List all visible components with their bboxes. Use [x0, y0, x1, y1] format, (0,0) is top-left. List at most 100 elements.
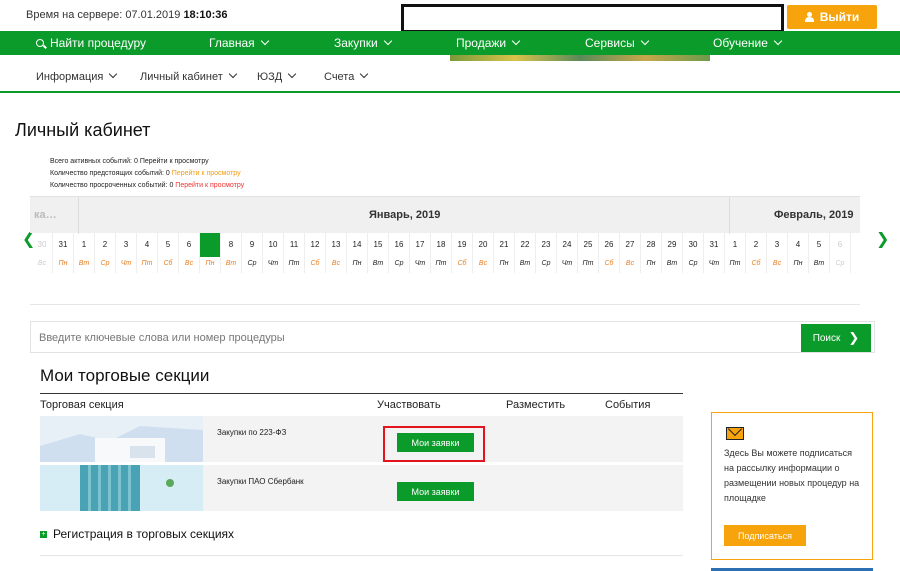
calendar-day[interactable]: 6 Вс [179, 233, 200, 273]
calendar-day-weekday: Вт [225, 260, 237, 267]
calendar-day[interactable]: 30 Вс [32, 233, 53, 273]
calendar-day-number: 15 [373, 240, 383, 249]
nav-item-label: Закупки [334, 36, 378, 50]
chevron-down-icon [773, 36, 783, 46]
calendar-day[interactable]: 21 Пн [494, 233, 515, 273]
calendar-day[interactable]: 5 Вт [809, 233, 830, 273]
calendar-day-number: 31 [58, 240, 68, 249]
calendar-day[interactable]: 27 Вс [620, 233, 641, 273]
calendar-day[interactable]: 31 Чт [704, 233, 725, 273]
calendar-day-weekday: Пт [141, 260, 153, 267]
calendar-day[interactable]: 26 Сб [599, 233, 620, 273]
calendar-day[interactable]: 19 Сб [452, 233, 473, 273]
calendar-day[interactable]: 22 Вт [515, 233, 536, 273]
nav-find-procedure-label: Найти процедуру [50, 36, 146, 50]
nav-item-services[interactable]: Сервисы [585, 36, 649, 50]
logout-button[interactable]: Выйти [787, 5, 877, 29]
calendar-day-weekday: Чт [561, 260, 573, 267]
subnav-item-label: Личный кабинет [140, 71, 223, 83]
calendar-day[interactable]: 25 Пт [578, 233, 599, 273]
calendar-day[interactable]: 6 Ср [830, 233, 851, 273]
calendar-day[interactable]: 14 Пн [347, 233, 368, 273]
calendar-day[interactable]: 16 Ср [389, 233, 410, 273]
calendar-day[interactable]: 30 Ср [683, 233, 704, 273]
procedure-search-input[interactable] [39, 328, 779, 348]
calendar-day-weekday: Ср [100, 260, 110, 267]
subscribe-button[interactable]: Подписаться [724, 525, 806, 546]
nav-item-sales[interactable]: Продажи [456, 36, 521, 50]
calendar-day-number: 2 [753, 240, 759, 249]
subnav-item-yuzd[interactable]: ЮЗД [257, 69, 297, 83]
calendar-day[interactable]: 13 Вс [326, 233, 347, 273]
chevron-down-icon [511, 36, 521, 46]
subscribe-box: Здесь Вы можете подписаться на рассылку … [711, 412, 873, 560]
calendar-day[interactable]: 31 Пн [53, 233, 74, 273]
calendar-day[interactable]: 2 Сб [746, 233, 767, 273]
calendar-month-prev: ка… [34, 209, 57, 221]
calendar-day[interactable]: 4 Пт [137, 233, 158, 273]
calendar-day-weekday: Ср [394, 260, 404, 267]
calendar-day[interactable]: 3 Вс [767, 233, 788, 273]
procedure-search: Поиск ❯ [30, 321, 875, 353]
nav-find-procedure[interactable]: Найти процедуру [36, 36, 146, 50]
calendar-day[interactable]: 18 Пт [431, 233, 452, 273]
calendar-day[interactable]: 23 Ср [536, 233, 557, 273]
col-header-place: Разместить [506, 399, 566, 411]
stat-view-link[interactable]: Перейти к просмотру [172, 170, 241, 177]
col-header-participate: Участвовать [377, 399, 441, 411]
calendar-day[interactable]: 20 Вс [473, 233, 494, 273]
calendar-next-icon[interactable]: ❯ [876, 229, 889, 248]
stat-view-link[interactable]: Перейти к просмотру [140, 158, 209, 165]
calendar-day-weekday: Пн [58, 260, 68, 267]
subnav-item-label: ЮЗД [257, 71, 283, 83]
calendar-divider [729, 197, 730, 234]
calendar-day-weekday: Чт [414, 260, 426, 267]
stat-view-link[interactable]: Перейти к просмотру [175, 182, 244, 189]
nav-item-label: Продажи [456, 36, 507, 50]
calendar-day-number: 6 [186, 240, 192, 249]
calendar-day[interactable]: 11 Пт [284, 233, 305, 273]
subnav-item-cabinet[interactable]: Личный кабинет [140, 69, 238, 83]
calendar-day[interactable]: 12 Сб [305, 233, 326, 273]
calendar-day[interactable]: 24 Чт [557, 233, 578, 273]
calendar-day-number: 1 [81, 240, 87, 249]
calendar-day[interactable]: 28 Пн [641, 233, 662, 273]
subnav-item-info[interactable]: Информация [36, 69, 118, 83]
nav-item-purchases[interactable]: Закупки [334, 36, 393, 50]
section-row: Закупки по 223-ФЗ Мои заявки [40, 416, 683, 462]
calendar-day-weekday: Чт [267, 260, 279, 267]
calendar-day-weekday: Ср [541, 260, 551, 267]
calendar-day-number: 17 [415, 240, 425, 249]
plus-icon: + [40, 530, 47, 538]
registration-link[interactable]: + Регистрация в торговых секциях [40, 527, 234, 541]
calendar-day[interactable]: 15 Вт [368, 233, 389, 273]
calendar-day-weekday: Вс [772, 260, 782, 267]
page-title: Личный кабинет [15, 120, 151, 140]
calendar-day[interactable]: 8 Вт [221, 233, 242, 273]
calendar-day[interactable]: 10 Чт [263, 233, 284, 273]
calendar-day[interactable]: 17 Чт [410, 233, 431, 273]
calendar-day[interactable]: 9 Ср [242, 233, 263, 273]
calendar-day-weekday: Вс [37, 260, 47, 267]
calendar-day[interactable]: 2 Ср [95, 233, 116, 273]
calendar-day-weekday: Пт [435, 260, 447, 267]
calendar-day[interactable]: 3 Чт [116, 233, 137, 273]
calendar-day-weekday: Ср [247, 260, 257, 267]
calendar-day[interactable]: 1 Пт [725, 233, 746, 273]
calendar-day-weekday: Пн [793, 260, 803, 267]
subnav-item-bills[interactable]: Счета [324, 69, 369, 83]
my-applications-button[interactable]: Мои заявки [397, 482, 474, 501]
calendar-day-today[interactable]: 7 Пн [200, 233, 221, 273]
calendar-day-number: 22 [520, 240, 530, 249]
nav-item-learning[interactable]: Обучение [713, 36, 783, 50]
header-search-box[interactable] [401, 4, 784, 33]
calendar-day-weekday: Вт [372, 260, 384, 267]
calendar-day[interactable]: 4 Пн [788, 233, 809, 273]
calendar-day[interactable]: 29 Вт [662, 233, 683, 273]
calendar-day[interactable]: 1 Вт [74, 233, 95, 273]
user-icon [804, 12, 814, 22]
search-button[interactable]: Поиск ❯ [801, 324, 871, 352]
calendar-day-weekday: Пн [499, 260, 509, 267]
nav-item-main[interactable]: Главная [209, 36, 269, 50]
calendar-day[interactable]: 5 Сб [158, 233, 179, 273]
